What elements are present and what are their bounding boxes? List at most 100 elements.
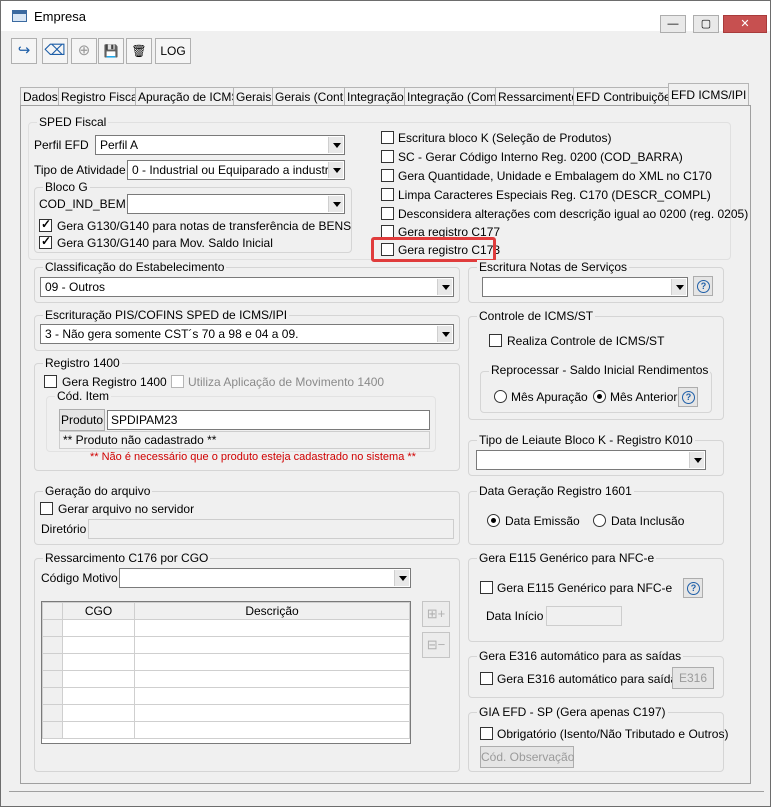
cgo-table[interactable]: CGO Descrição bbox=[41, 601, 411, 744]
e115-check-label: Gera E115 Genérico para NFC-e bbox=[497, 581, 673, 595]
data-inclusao-label: Data Inclusão bbox=[611, 514, 685, 528]
tipo-atividade-select[interactable]: 0 - Industrial ou Equiparado a industria… bbox=[127, 160, 345, 180]
table-row[interactable] bbox=[42, 636, 410, 654]
gera-1400-label: Gera Registro 1400 bbox=[62, 375, 167, 389]
gerar-servidor-label: Gerar arquivo no servidor bbox=[58, 502, 195, 516]
escritura-bloco-k-checkbox[interactable] bbox=[381, 131, 394, 144]
add-button[interactable]: ⊕ bbox=[71, 38, 97, 64]
exit-button[interactable]: ↪ bbox=[11, 38, 37, 64]
save-icon: 💾 bbox=[103, 44, 119, 58]
tab-ressarcimento[interactable]: Ressarcimento bbox=[495, 87, 582, 106]
data-emissao-radio[interactable] bbox=[487, 514, 500, 527]
e115-checkbox[interactable] bbox=[480, 581, 493, 594]
save-button[interactable]: 💾 bbox=[98, 38, 124, 64]
e316-checkbox[interactable] bbox=[480, 672, 493, 685]
close-button[interactable]: ✕ bbox=[723, 15, 767, 33]
data-inicio-input[interactable] bbox=[546, 606, 622, 626]
help-icon: ? bbox=[697, 280, 710, 293]
reprocessar-help-button[interactable]: ? bbox=[678, 387, 698, 407]
log-button[interactable]: LOG bbox=[155, 38, 191, 64]
data-emissao-label: Data Emissão bbox=[505, 514, 580, 528]
trash-icon: 🗑 bbox=[131, 44, 147, 58]
chevron-down-icon bbox=[689, 452, 704, 468]
gerar-servidor-checkbox[interactable] bbox=[40, 502, 53, 515]
table-row[interactable] bbox=[42, 619, 410, 637]
produto-input[interactable]: SPDIPAM23 bbox=[107, 410, 430, 430]
cod-item-label: Cód. Item bbox=[55, 389, 112, 403]
mes-anterior-radio[interactable] bbox=[593, 390, 606, 403]
table-row[interactable] bbox=[42, 687, 410, 705]
sc-codigo-interno-checkbox[interactable] bbox=[381, 150, 394, 163]
reprocessar-label: Reprocessar - Saldo Inicial Rendimentos bbox=[489, 363, 711, 377]
window-title: Empresa bbox=[34, 9, 87, 24]
limpa-caracteres-checkbox[interactable] bbox=[381, 188, 394, 201]
data-inclusao-radio[interactable] bbox=[593, 514, 606, 527]
tab-efd-icms-ipi[interactable]: EFD ICMS/IPI bbox=[668, 83, 750, 107]
leiaute-k-select[interactable] bbox=[476, 450, 706, 470]
tab-integracao[interactable]: Integração bbox=[344, 87, 407, 106]
remove-row-button[interactable]: ⊟− bbox=[422, 632, 450, 658]
delete-button[interactable]: 🗑 bbox=[126, 38, 152, 64]
utiliza-1400-label: Utiliza Aplicação de Movimento 1400 bbox=[188, 375, 385, 389]
perfil-efd-value: Perfil A bbox=[100, 138, 139, 152]
data-1601-label: Data Geração Registro 1601 bbox=[477, 484, 634, 498]
tab-dados[interactable]: Dados bbox=[20, 87, 61, 106]
minimize-button[interactable]: — bbox=[660, 15, 686, 33]
g130-transferencia-checkbox[interactable] bbox=[39, 217, 52, 232]
gia-obrigatorio-checkbox[interactable] bbox=[480, 727, 493, 740]
cod-ind-bem-label: COD_IND_BEM bbox=[39, 197, 126, 211]
e316-button[interactable]: E316 bbox=[672, 667, 714, 689]
chevron-down-icon bbox=[394, 570, 409, 586]
exit-icon: ↪ bbox=[17, 42, 31, 59]
cod-observacao-button[interactable]: Cód. Observação bbox=[480, 746, 574, 768]
codigo-motivo-label: Código Motivo bbox=[41, 571, 118, 585]
col-cgo-header: CGO bbox=[62, 602, 135, 620]
escrit-servicos-label: Escritura Notas de Serviços bbox=[477, 260, 630, 274]
classificacao-value: 09 - Outros bbox=[45, 280, 106, 294]
gera-1400-checkbox[interactable] bbox=[44, 375, 57, 388]
chevron-down-icon bbox=[328, 162, 343, 178]
mes-apuracao-radio[interactable] bbox=[494, 390, 507, 403]
add-row-button[interactable]: ⊞+ bbox=[422, 601, 450, 627]
tab-gerais[interactable]: Gerais bbox=[233, 87, 275, 106]
tab-gerais-cont[interactable]: Gerais (Cont.) bbox=[272, 87, 354, 106]
tipo-atividade-label: Tipo de Atividade bbox=[34, 163, 126, 177]
clear-button[interactable]: ⌫ bbox=[42, 38, 68, 64]
produto-button[interactable]: Produto bbox=[59, 409, 105, 431]
col-descricao-header: Descrição bbox=[134, 602, 410, 620]
g130-saldo-checkbox[interactable] bbox=[39, 234, 52, 249]
table-row[interactable] bbox=[42, 704, 410, 722]
e115-label: Gera E115 Genérico para NFC-e bbox=[477, 551, 657, 565]
pis-cofins-select[interactable]: 3 - Não gera somente CST´s 70 a 98 e 04 … bbox=[40, 324, 454, 344]
sped-fiscal-label: SPED Fiscal bbox=[37, 115, 109, 129]
perfil-efd-select[interactable]: Perfil A bbox=[95, 135, 345, 155]
help-icon: ? bbox=[682, 391, 695, 404]
tipo-atividade-value: 0 - Industrial ou Equiparado a industria… bbox=[132, 163, 341, 177]
utiliza-1400-checkbox[interactable] bbox=[171, 375, 184, 388]
table-row[interactable] bbox=[42, 653, 410, 671]
sc-codigo-interno-label: SC - Gerar Código Interno Reg. 0200 (COD… bbox=[398, 150, 683, 164]
tab-integracao-com[interactable]: Integração (Com.) bbox=[404, 87, 507, 106]
diretorio-label: Diretório bbox=[41, 522, 87, 536]
ressarcimento-label: Ressarcimento C176 por CGO bbox=[43, 551, 211, 565]
desconsidera-alteracoes-checkbox[interactable] bbox=[381, 207, 394, 220]
tab-efd-contribuicoes[interactable]: EFD Contribuições bbox=[573, 87, 680, 106]
bloco-g-label: Bloco G bbox=[43, 180, 90, 194]
tab-registro-fiscal[interactable]: Registro Fiscal bbox=[58, 87, 144, 106]
tab-apuracao-icms[interactable]: Apuração de ICMS bbox=[135, 87, 243, 106]
pis-cofins-value: 3 - Não gera somente CST´s 70 a 98 e 04 … bbox=[45, 327, 299, 341]
table-row[interactable] bbox=[42, 670, 410, 688]
escrit-servicos-select[interactable] bbox=[482, 277, 688, 297]
produto-nao-cadastrado: ** Produto não cadastrado ** bbox=[59, 431, 430, 449]
classificacao-select[interactable]: 09 - Outros bbox=[40, 277, 454, 297]
e115-help-button[interactable]: ? bbox=[683, 578, 703, 598]
codigo-motivo-select[interactable] bbox=[119, 568, 411, 588]
cod-ind-bem-select[interactable] bbox=[127, 194, 345, 214]
maximize-button[interactable]: ▢ bbox=[693, 15, 719, 33]
table-row[interactable] bbox=[42, 721, 410, 739]
escrit-servicos-help-button[interactable]: ? bbox=[693, 276, 713, 296]
gera-quantidade-checkbox[interactable] bbox=[381, 169, 394, 182]
diretorio-input[interactable] bbox=[88, 519, 454, 539]
realiza-controle-checkbox[interactable] bbox=[489, 334, 502, 347]
add-row-icon: ⊞+ bbox=[426, 606, 446, 621]
